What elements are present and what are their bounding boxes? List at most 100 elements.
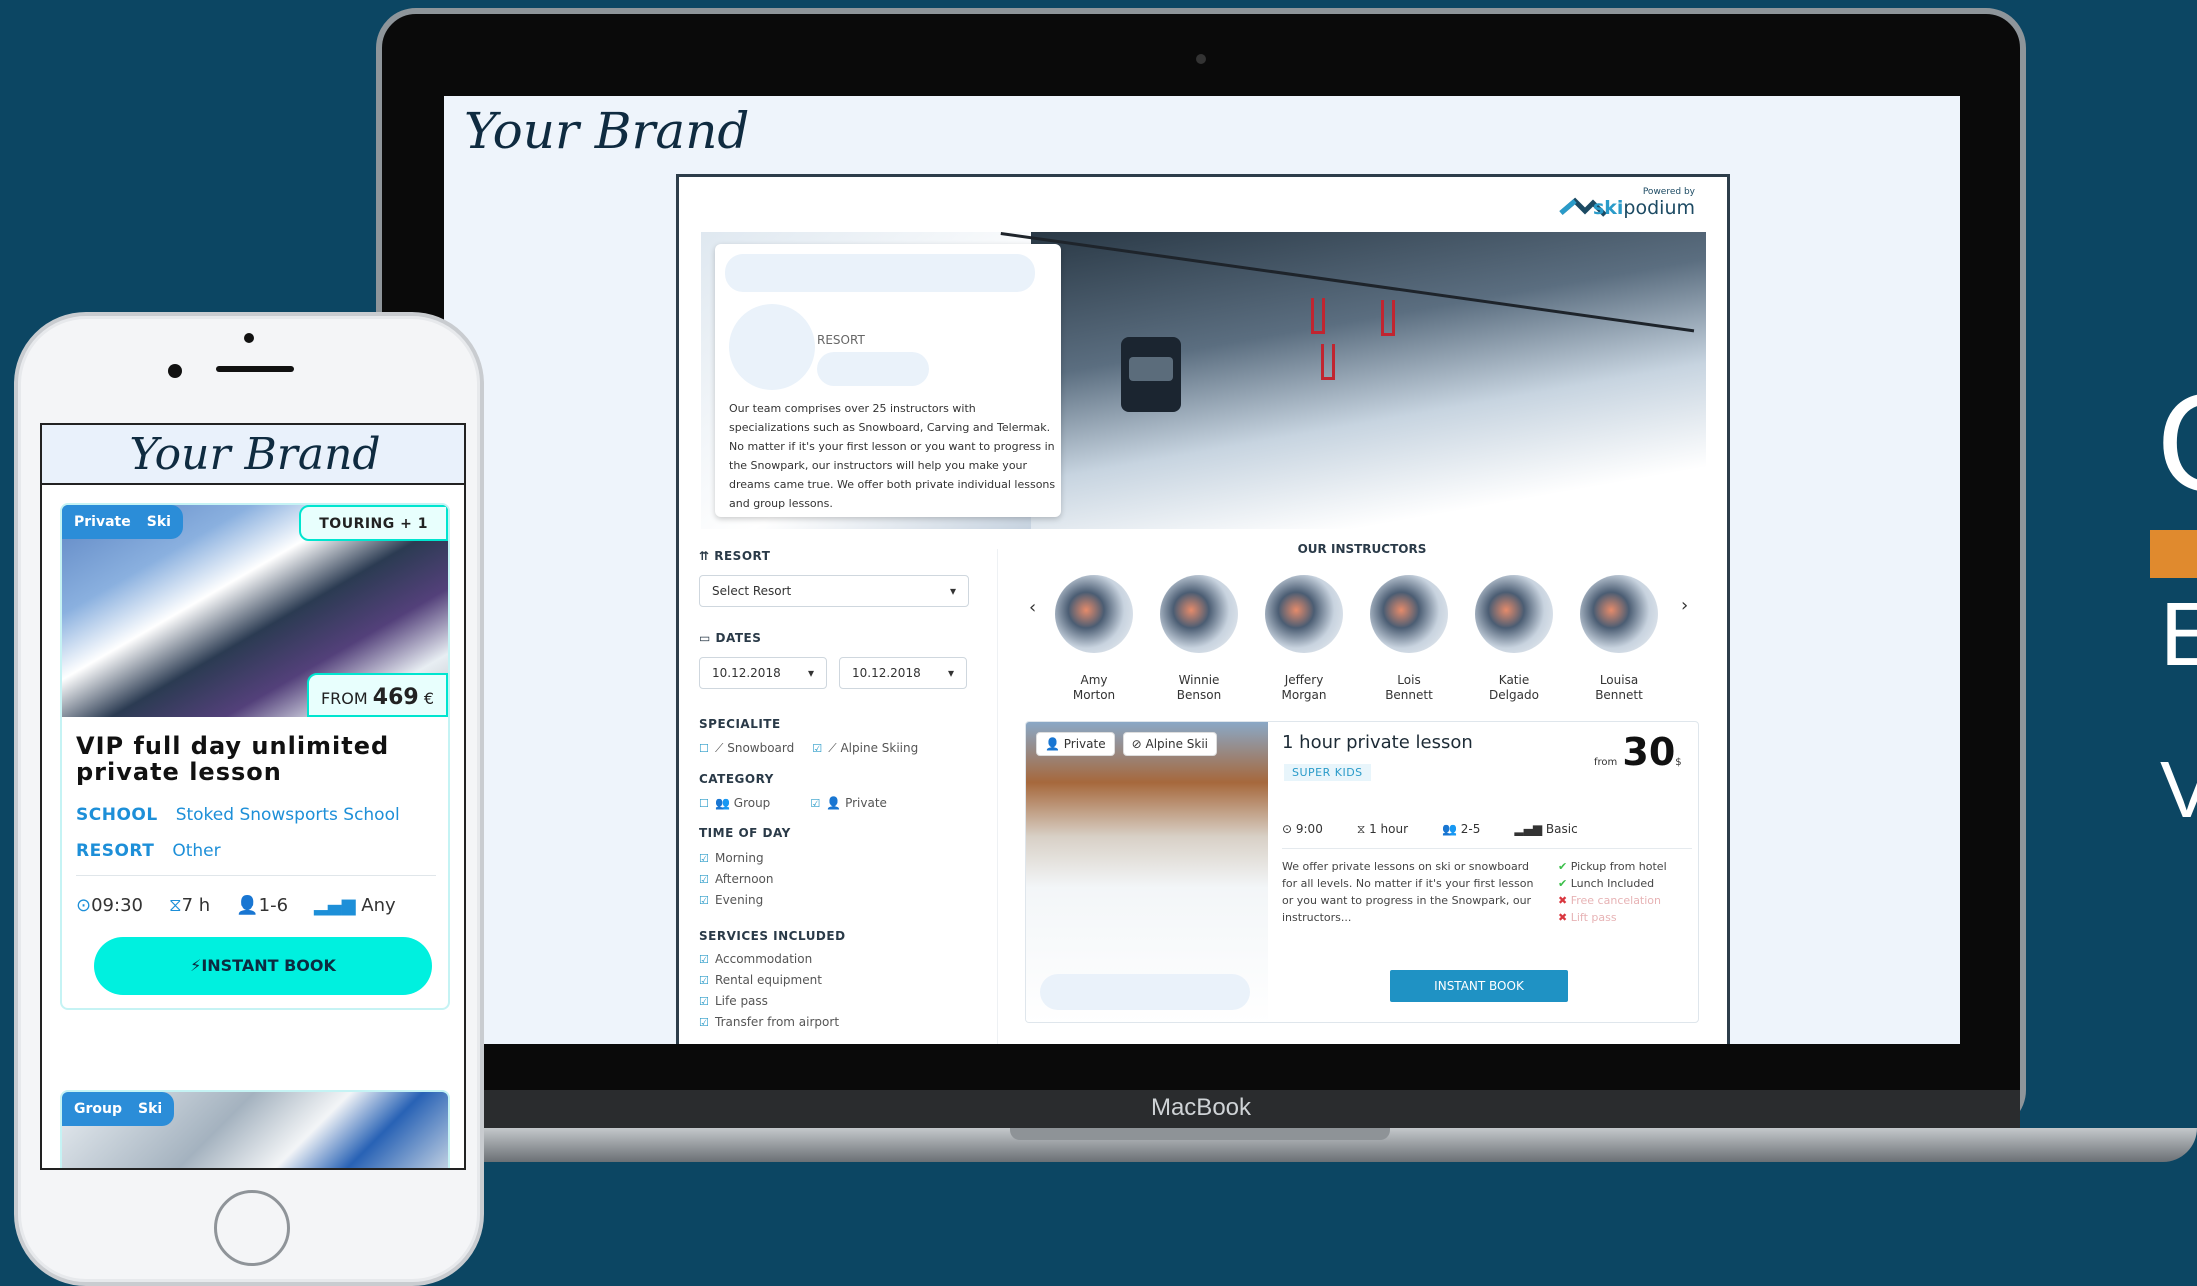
laptop-label: MacBook (1150, 1094, 1252, 1121)
phone-header: Your Brand (42, 425, 464, 485)
carousel-prev-icon[interactable]: ‹ (1029, 597, 1036, 618)
service-transfer-label: Transfer from airport (715, 1015, 840, 1029)
service-transfer[interactable]: ☑ Transfer from airport (699, 1012, 979, 1033)
category-group[interactable]: ☐ 👥 Group (699, 796, 770, 810)
time-afternoon[interactable]: ☑ Afternoon (699, 869, 979, 890)
lightning-icon: ⚡ (190, 956, 202, 975)
instructors-title: OUR INSTRUCTORS (1297, 542, 1427, 556)
date-from-select[interactable]: 10.12.2018 ▾ (699, 657, 827, 689)
lesson-title: 1 hour private lesson (1282, 732, 1473, 753)
chevron-down-icon: ▾ (949, 584, 956, 598)
pylon-icon (1311, 298, 1325, 334)
lesson-includes: ✔ Pickup from hotel ✔ Lunch Included ✖ F… (1558, 858, 1667, 926)
lesson-meta: ⊙ 9:00 ⧖ 1 hour 👥 2-5 ▂▄▆ Basic (1282, 822, 1578, 837)
instructor-last: Bennett (1595, 688, 1643, 702)
lesson-group: 👥 2-5 (1442, 822, 1480, 837)
clock-icon: ⊙ (1282, 822, 1296, 836)
phone-school-row: SCHOOL Stoked Snowsports School (76, 805, 400, 825)
lesson-price-value: 30 (1622, 730, 1676, 774)
service-lift-pass[interactable]: ☑ Life pass (699, 991, 979, 1012)
phone-lesson-tags: Private Ski (62, 505, 183, 539)
resort-select[interactable]: Select Resort ▾ (699, 575, 969, 607)
phone-school-value[interactable]: Stoked Snowsports School (176, 805, 400, 825)
time-morning[interactable]: ☑ Morning (699, 848, 979, 869)
speciality-alpine[interactable]: ☑ ⟋ Alpine Skiing (812, 741, 918, 756)
filters-divider (997, 549, 998, 1044)
phone-card2-tag-ski: Ski (138, 1101, 163, 1117)
phone-instant-book-label: INSTANT BOOK (201, 956, 336, 975)
instructor-name: Katie Delgado (1469, 673, 1559, 703)
resort-value-placeholder (817, 352, 929, 386)
instructor-katie[interactable]: Katie Delgado (1475, 575, 1553, 703)
carousel-next-icon[interactable]: › (1681, 595, 1688, 616)
booking-widget: Powered by skipodium RESORT Our team com… (676, 174, 1730, 1044)
instructor-name: Winnie Benson (1154, 673, 1244, 703)
time-evening[interactable]: ☑ Evening (699, 890, 979, 911)
phone-school-label: SCHOOL (76, 805, 158, 825)
brand-logo: Your Brand (464, 102, 750, 160)
camera-icon (1196, 54, 1206, 64)
phone-card-divider (76, 875, 436, 876)
phone-price-currency: € (423, 689, 434, 708)
home-button[interactable] (214, 1190, 290, 1266)
instructor-winnie[interactable]: Winnie Benson (1160, 575, 1238, 703)
service-rental[interactable]: ☑ Rental equipment (699, 970, 979, 991)
instructor-last: Benson (1176, 688, 1222, 702)
lesson-level-value: Basic (1545, 822, 1578, 836)
instructor-louisa[interactable]: Louisa Bennett (1580, 575, 1658, 703)
resort-filter-label: RESORT (714, 549, 771, 563)
include-lift-pass-label: Lift pass (1570, 911, 1617, 924)
phone-level: ▂▄▆ Any (314, 895, 396, 916)
phone-price: FROM 469 € (306, 673, 448, 717)
speaker-icon (216, 366, 294, 372)
date-from-value: 10.12.2018 (712, 666, 781, 680)
instructor-carousel: Amy Morton Winnie Benson Jeffery Morgan Loi… (1055, 575, 1658, 703)
include-cancelation: ✖ Free cancelation (1558, 892, 1667, 909)
lesson-description: We offer private lessons on ski or snowb… (1282, 860, 1534, 924)
service-accommodation[interactable]: ☑ Accommodation (699, 949, 979, 970)
phone-lesson-card-2[interactable]: Group Ski (60, 1090, 450, 1168)
sensor-icon (244, 333, 254, 343)
checkbox-checked-icon: ☑ (699, 995, 709, 1008)
instructor-first: Katie (1498, 673, 1530, 687)
phone-instant-book-button[interactable]: ⚡INSTANT BOOK (94, 937, 432, 995)
marketing-letter-e: E (2160, 585, 2197, 685)
instant-book-button[interactable]: INSTANT BOOK (1390, 970, 1568, 1002)
checkbox-checked-icon: ☑ (699, 953, 709, 966)
checkbox-checked-icon: ☑ (699, 974, 709, 987)
phone-resort-value[interactable]: Other (172, 841, 220, 861)
lesson-placeholder (1040, 974, 1250, 1010)
category-private-label: Private (845, 796, 887, 810)
phone-lesson-card[interactable]: Private Ski TOURING + 1 FROM 469 € VIP fu… (60, 503, 450, 1010)
resort-hero-image: RESORT Our team comprises over 25 instru… (701, 232, 1706, 529)
category-title: CATEGORY (699, 772, 774, 786)
lesson-card[interactable]: 👤 Private ⊘ Alpine Skii 1 hour private l… (1025, 721, 1699, 1023)
lesson-tag-alpine-label: Alpine Skii (1145, 737, 1209, 751)
laptop-notch (1010, 1128, 1390, 1140)
instructor-lois[interactable]: Lois Bennett (1370, 575, 1448, 703)
phone-price-value: 469 (372, 685, 419, 710)
avatar (1370, 575, 1448, 653)
phone-tag-private: Private (74, 514, 131, 530)
speciality-snowboard-label: Snowboard (727, 741, 795, 755)
include-lift-pass: ✖ Lift pass (1558, 909, 1667, 926)
provider-ski: ski (1592, 197, 1624, 219)
resort-description: Our team comprises over 25 instructors w… (729, 402, 1056, 510)
lesson-badge: SUPER KIDS (1284, 764, 1371, 781)
instructor-first: Winnie (1178, 673, 1220, 687)
avatar (1265, 575, 1343, 653)
instructor-amy[interactable]: Amy Morton (1055, 575, 1133, 703)
category-private[interactable]: ☑ 👤 Private (810, 796, 887, 810)
time-options: ☑ Morning ☑ Afternoon ☑ Evening (699, 848, 979, 911)
lesson-time-value: 9:00 (1295, 822, 1323, 836)
checkbox-icon: ☐ (699, 797, 709, 810)
instructor-jeffery[interactable]: Jeffery Morgan (1265, 575, 1343, 703)
phone-group-value: 1-6 (258, 895, 289, 916)
date-to-select[interactable]: 10.12.2018 ▾ (839, 657, 967, 689)
instructor-first: Lois (1397, 673, 1421, 687)
phone-resort-row: RESORT Other (76, 841, 221, 861)
speciality-snowboard[interactable]: ☐ ⟋ Snowboard (699, 741, 794, 756)
service-rental-label: Rental equipment (715, 973, 822, 987)
phone-card2-tag-group: Group (74, 1101, 123, 1117)
signal-bars-icon: ▂▄▆ (314, 895, 362, 916)
